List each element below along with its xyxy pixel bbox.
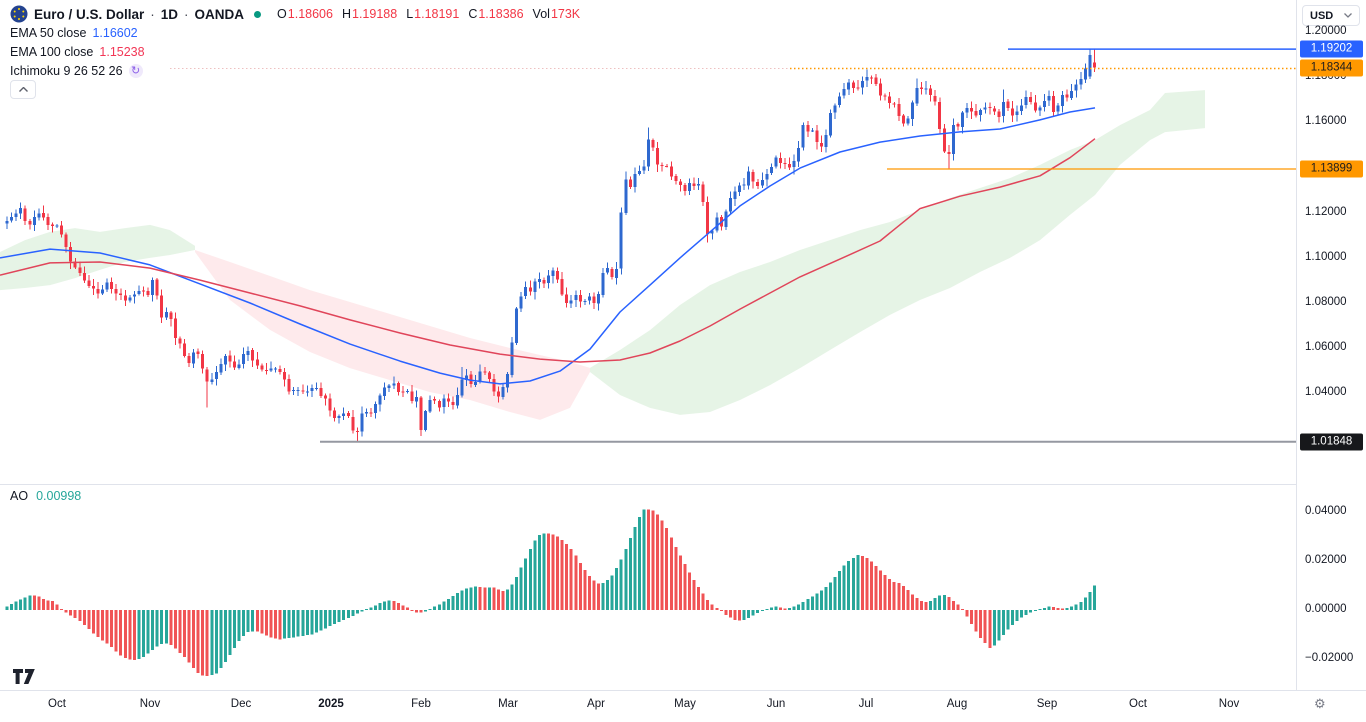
price-tick-label: 1.08000 [1305, 296, 1347, 308]
price-tick-label: 1.04000 [1305, 386, 1347, 398]
ichimoku-cloud [0, 90, 1205, 420]
symbol-title: Euro / U.S. Dollar [34, 7, 144, 22]
price-level-badge: 1.01848 [1300, 433, 1363, 450]
ohlc-values: O1.18606 H1.19188 L1.18191 C1.18386 Vol1… [277, 7, 580, 21]
ichimoku-label: Ichimoku 9 26 52 26 [10, 64, 123, 78]
interval-label: 1D [161, 7, 178, 22]
ema100-legend-row[interactable]: EMA 100 close 1.15238 [10, 44, 580, 60]
time-axis[interactable]: ⚙ Oct Nov Dec 2025 Feb Mar Apr May Jun Jul Aug Sep O… [0, 690, 1366, 722]
price-tick-label: 0.00000 [1305, 603, 1347, 615]
price-tick-label: 1.12000 [1305, 206, 1347, 218]
month-label: Apr [587, 698, 605, 710]
price-tick-label: 1.20000 [1305, 25, 1347, 37]
chevron-up-icon [19, 87, 28, 92]
ao-value: 0.00998 [36, 489, 81, 503]
trading-chart-app: Euro / U.S. Dollar · 1D · OANDA O1.18606… [0, 0, 1366, 722]
price-tick-label: 0.02000 [1305, 554, 1347, 566]
ema50-value: 1.16602 [92, 26, 137, 40]
open-value: 1.18606 [288, 7, 333, 21]
month-label: Oct [1129, 698, 1147, 710]
symbol-legend-row[interactable]: Euro / U.S. Dollar · 1D · OANDA O1.18606… [10, 6, 580, 22]
month-label: Mar [498, 698, 518, 710]
currency-label: USD [1310, 10, 1333, 22]
ao-legend-row[interactable]: AO 0.00998 [10, 489, 81, 503]
pane-separator[interactable] [0, 484, 1366, 485]
month-label: Nov [1219, 698, 1239, 710]
title-separator: · [184, 7, 189, 22]
ichimoku-legend-row[interactable]: Ichimoku 9 26 52 26 ↻ [10, 63, 580, 79]
low-value: 1.18191 [414, 7, 459, 21]
ao-indicator-pane[interactable] [0, 486, 1296, 690]
symbol-icon [10, 5, 28, 23]
volume-value: 173K [551, 7, 580, 21]
month-label: Dec [231, 698, 251, 710]
chevron-down-icon [1344, 13, 1352, 18]
month-label: Aug [947, 698, 967, 710]
month-label: Jun [767, 698, 786, 710]
low-label: L [406, 7, 413, 21]
ao-histogram [6, 510, 1096, 676]
month-label: Nov [140, 698, 160, 710]
month-label: Sep [1037, 698, 1057, 710]
high-value: 1.19188 [352, 7, 397, 21]
month-label: May [674, 698, 696, 710]
ema100-label: EMA 100 close [10, 45, 93, 59]
close-value: 1.18386 [478, 7, 523, 21]
gear-icon[interactable]: ⚙ [1314, 696, 1326, 712]
ema100-value: 1.15238 [99, 45, 144, 59]
month-label: Feb [411, 698, 431, 710]
title-separator: · [150, 7, 155, 22]
ao-label: AO [10, 489, 28, 503]
exchange-label: OANDA [195, 7, 245, 22]
month-label: Jul [859, 698, 874, 710]
close-label: C [468, 7, 477, 21]
legend-collapse-button[interactable] [10, 80, 36, 99]
ema50-label: EMA 50 close [10, 26, 86, 40]
price-axis[interactable]: USD 1.200001.180001.160001.120001.100001… [1296, 0, 1366, 722]
price-tick-label: 0.04000 [1305, 505, 1347, 517]
price-level-badge: 1.13899 [1300, 161, 1363, 178]
tradingview-logo[interactable] [12, 666, 40, 688]
chart-legend: Euro / U.S. Dollar · 1D · OANDA O1.18606… [10, 6, 580, 79]
loading-spinner-icon: ↻ [129, 64, 143, 78]
open-label: O [277, 7, 287, 21]
currency-selector[interactable]: USD [1302, 5, 1360, 26]
ema50-legend-row[interactable]: EMA 50 close 1.16602 [10, 25, 580, 41]
price-tick-label: −0.02000 [1305, 652, 1353, 664]
month-label: Oct [48, 698, 66, 710]
high-label: H [342, 7, 351, 21]
price-tick-label: 1.06000 [1305, 341, 1347, 353]
price-tick-label: 1.16000 [1305, 115, 1347, 127]
price-level-badge: 1.18344 [1300, 60, 1363, 77]
price-tick-label: 1.10000 [1305, 251, 1347, 263]
market-status-dot[interactable] [254, 11, 261, 18]
month-label: 2025 [318, 698, 344, 710]
volume-label: Vol [533, 7, 550, 21]
price-level-badge: 1.19202 [1300, 41, 1363, 58]
